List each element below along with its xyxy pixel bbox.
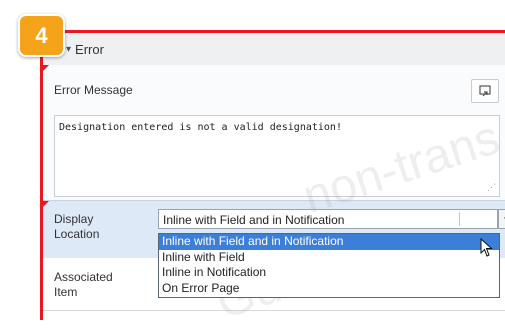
display-location-select[interactable]: Inline with Field and in Notification [158, 209, 498, 229]
option-inline-field[interactable]: Inline with Field [159, 250, 499, 266]
error-message-text: Designation entered is not a valid desig… [59, 122, 342, 133]
error-message-panel: Error Message Designation entered is not… [43, 65, 505, 200]
step-badge: 4 [18, 14, 65, 57]
error-message-label: Error Message [54, 83, 133, 97]
expand-editor-button[interactable] [471, 79, 499, 103]
section-title: Error [75, 41, 104, 57]
required-marker [43, 65, 49, 71]
divider [43, 310, 505, 311]
mouse-cursor-icon [480, 238, 493, 257]
chevron-down-icon[interactable]: ▾ [66, 44, 71, 55]
option-inline-notification[interactable]: Inline in Notification [159, 265, 499, 281]
option-inline-field-and-notification[interactable]: Inline with Field and in Notification [159, 234, 499, 250]
required-marker [43, 201, 49, 207]
option-error-page[interactable]: On Error Page [159, 281, 499, 297]
select-divider [459, 212, 460, 226]
error-message-textarea[interactable]: Designation entered is not a valid desig… [54, 115, 500, 197]
display-location-options[interactable]: Inline with Field and in Notification In… [158, 233, 500, 298]
dropdown-arrow-icon[interactable]: ▼ [498, 209, 505, 229]
expand-icon [479, 85, 491, 97]
display-location-label: Display Location [54, 212, 100, 241]
display-location-value: Inline with Field and in Notification [163, 213, 345, 227]
resize-grip-icon[interactable]: ⋰ [487, 182, 496, 193]
associated-item-label: Associated Item [54, 270, 113, 299]
error-section-header[interactable]: ▾ Error [43, 33, 505, 66]
